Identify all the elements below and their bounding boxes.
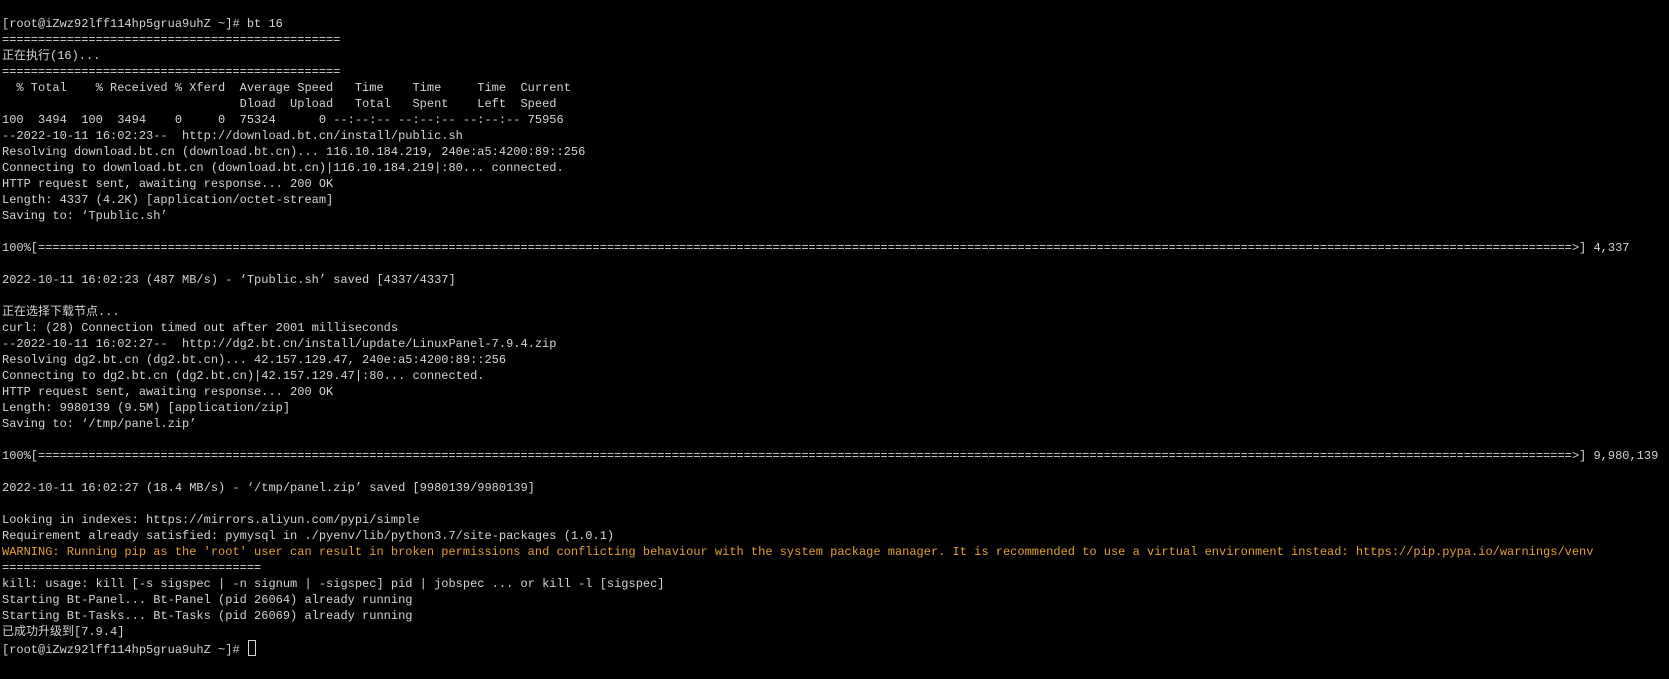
terminal-line: --2022-10-11 16:02:27-- http://dg2.bt.cn…: [2, 337, 557, 351]
terminal-line: [root@iZwz92lff114hp5grua9uhZ ~]# bt 16: [2, 17, 283, 31]
terminal-line: Connecting to dg2.bt.cn (dg2.bt.cn)|42.1…: [2, 369, 485, 383]
terminal-line: ====================================: [2, 561, 262, 575]
terminal-line: % Total % Received % Xferd Average Speed…: [2, 81, 571, 95]
terminal-line: Length: 9980139 (9.5M) [application/zip]: [2, 401, 291, 415]
terminal-line: Resolving dg2.bt.cn (dg2.bt.cn)... 42.15…: [2, 353, 507, 367]
terminal-output: [root@iZwz92lff114hp5grua9uhZ ~]# bt 16 =…: [2, 16, 1669, 657]
download-progress-line: 100%[===================================…: [2, 241, 1669, 255]
terminal-line: 100 3494 100 3494 0 0 75324 0 --:--:-- -…: [2, 113, 564, 127]
download-progress-line: 100%[===================================…: [2, 449, 1669, 463]
pip-warning-line: WARNING: Running pip as the 'root' user …: [2, 545, 1594, 559]
terminal-line: HTTP request sent, awaiting response... …: [2, 177, 334, 191]
terminal-line: Starting Bt-Tasks... Bt-Tasks (pid 26069…: [2, 609, 413, 623]
terminal-line: Connecting to download.bt.cn (download.b…: [2, 161, 564, 175]
terminal-line: 2022-10-11 16:02:27 (18.4 MB/s) - ‘/tmp/…: [2, 481, 535, 495]
terminal-line: 正在执行(16)...: [2, 49, 101, 63]
terminal-line: kill: usage: kill [-s sigspec | -n signu…: [2, 577, 665, 591]
terminal-line: 已成功升级到[7.9.4]: [2, 625, 125, 639]
terminal-line: Requirement already satisfied: pymysql i…: [2, 529, 615, 543]
terminal-line: curl: (28) Connection timed out after 20…: [2, 321, 399, 335]
shell-prompt: [root@iZwz92lff114hp5grua9uhZ ~]#: [2, 643, 247, 657]
terminal-line: Saving to: ‘/tmp/panel.zip’: [2, 417, 197, 431]
terminal-line: Length: 4337 (4.2K) [application/octet-s…: [2, 193, 334, 207]
terminal-line: Resolving download.bt.cn (download.bt.cn…: [2, 145, 586, 159]
terminal-line: HTTP request sent, awaiting response... …: [2, 385, 334, 399]
terminal-window[interactable]: [root@iZwz92lff114hp5grua9uhZ ~]# bt 16 =…: [0, 0, 1669, 679]
terminal-line: Saving to: ‘Tpublic.sh’: [2, 209, 168, 223]
terminal-line: 正在选择下载节点...: [2, 305, 120, 319]
terminal-line: Starting Bt-Panel... Bt-Panel (pid 26064…: [2, 593, 413, 607]
terminal-line: ========================================…: [2, 33, 341, 47]
terminal-line: --2022-10-11 16:02:23-- http://download.…: [2, 129, 463, 143]
terminal-line: Looking in indexes: https://mirrors.aliy…: [2, 513, 420, 527]
terminal-line: Dload Upload Total Spent Left Speed: [2, 97, 557, 111]
terminal-line: ========================================…: [2, 65, 341, 79]
block-cursor-icon: [247, 640, 256, 656]
terminal-line: 2022-10-11 16:02:23 (487 MB/s) - ‘Tpubli…: [2, 273, 456, 287]
shell-prompt-line[interactable]: [root@iZwz92lff114hp5grua9uhZ ~]#: [2, 640, 1669, 657]
